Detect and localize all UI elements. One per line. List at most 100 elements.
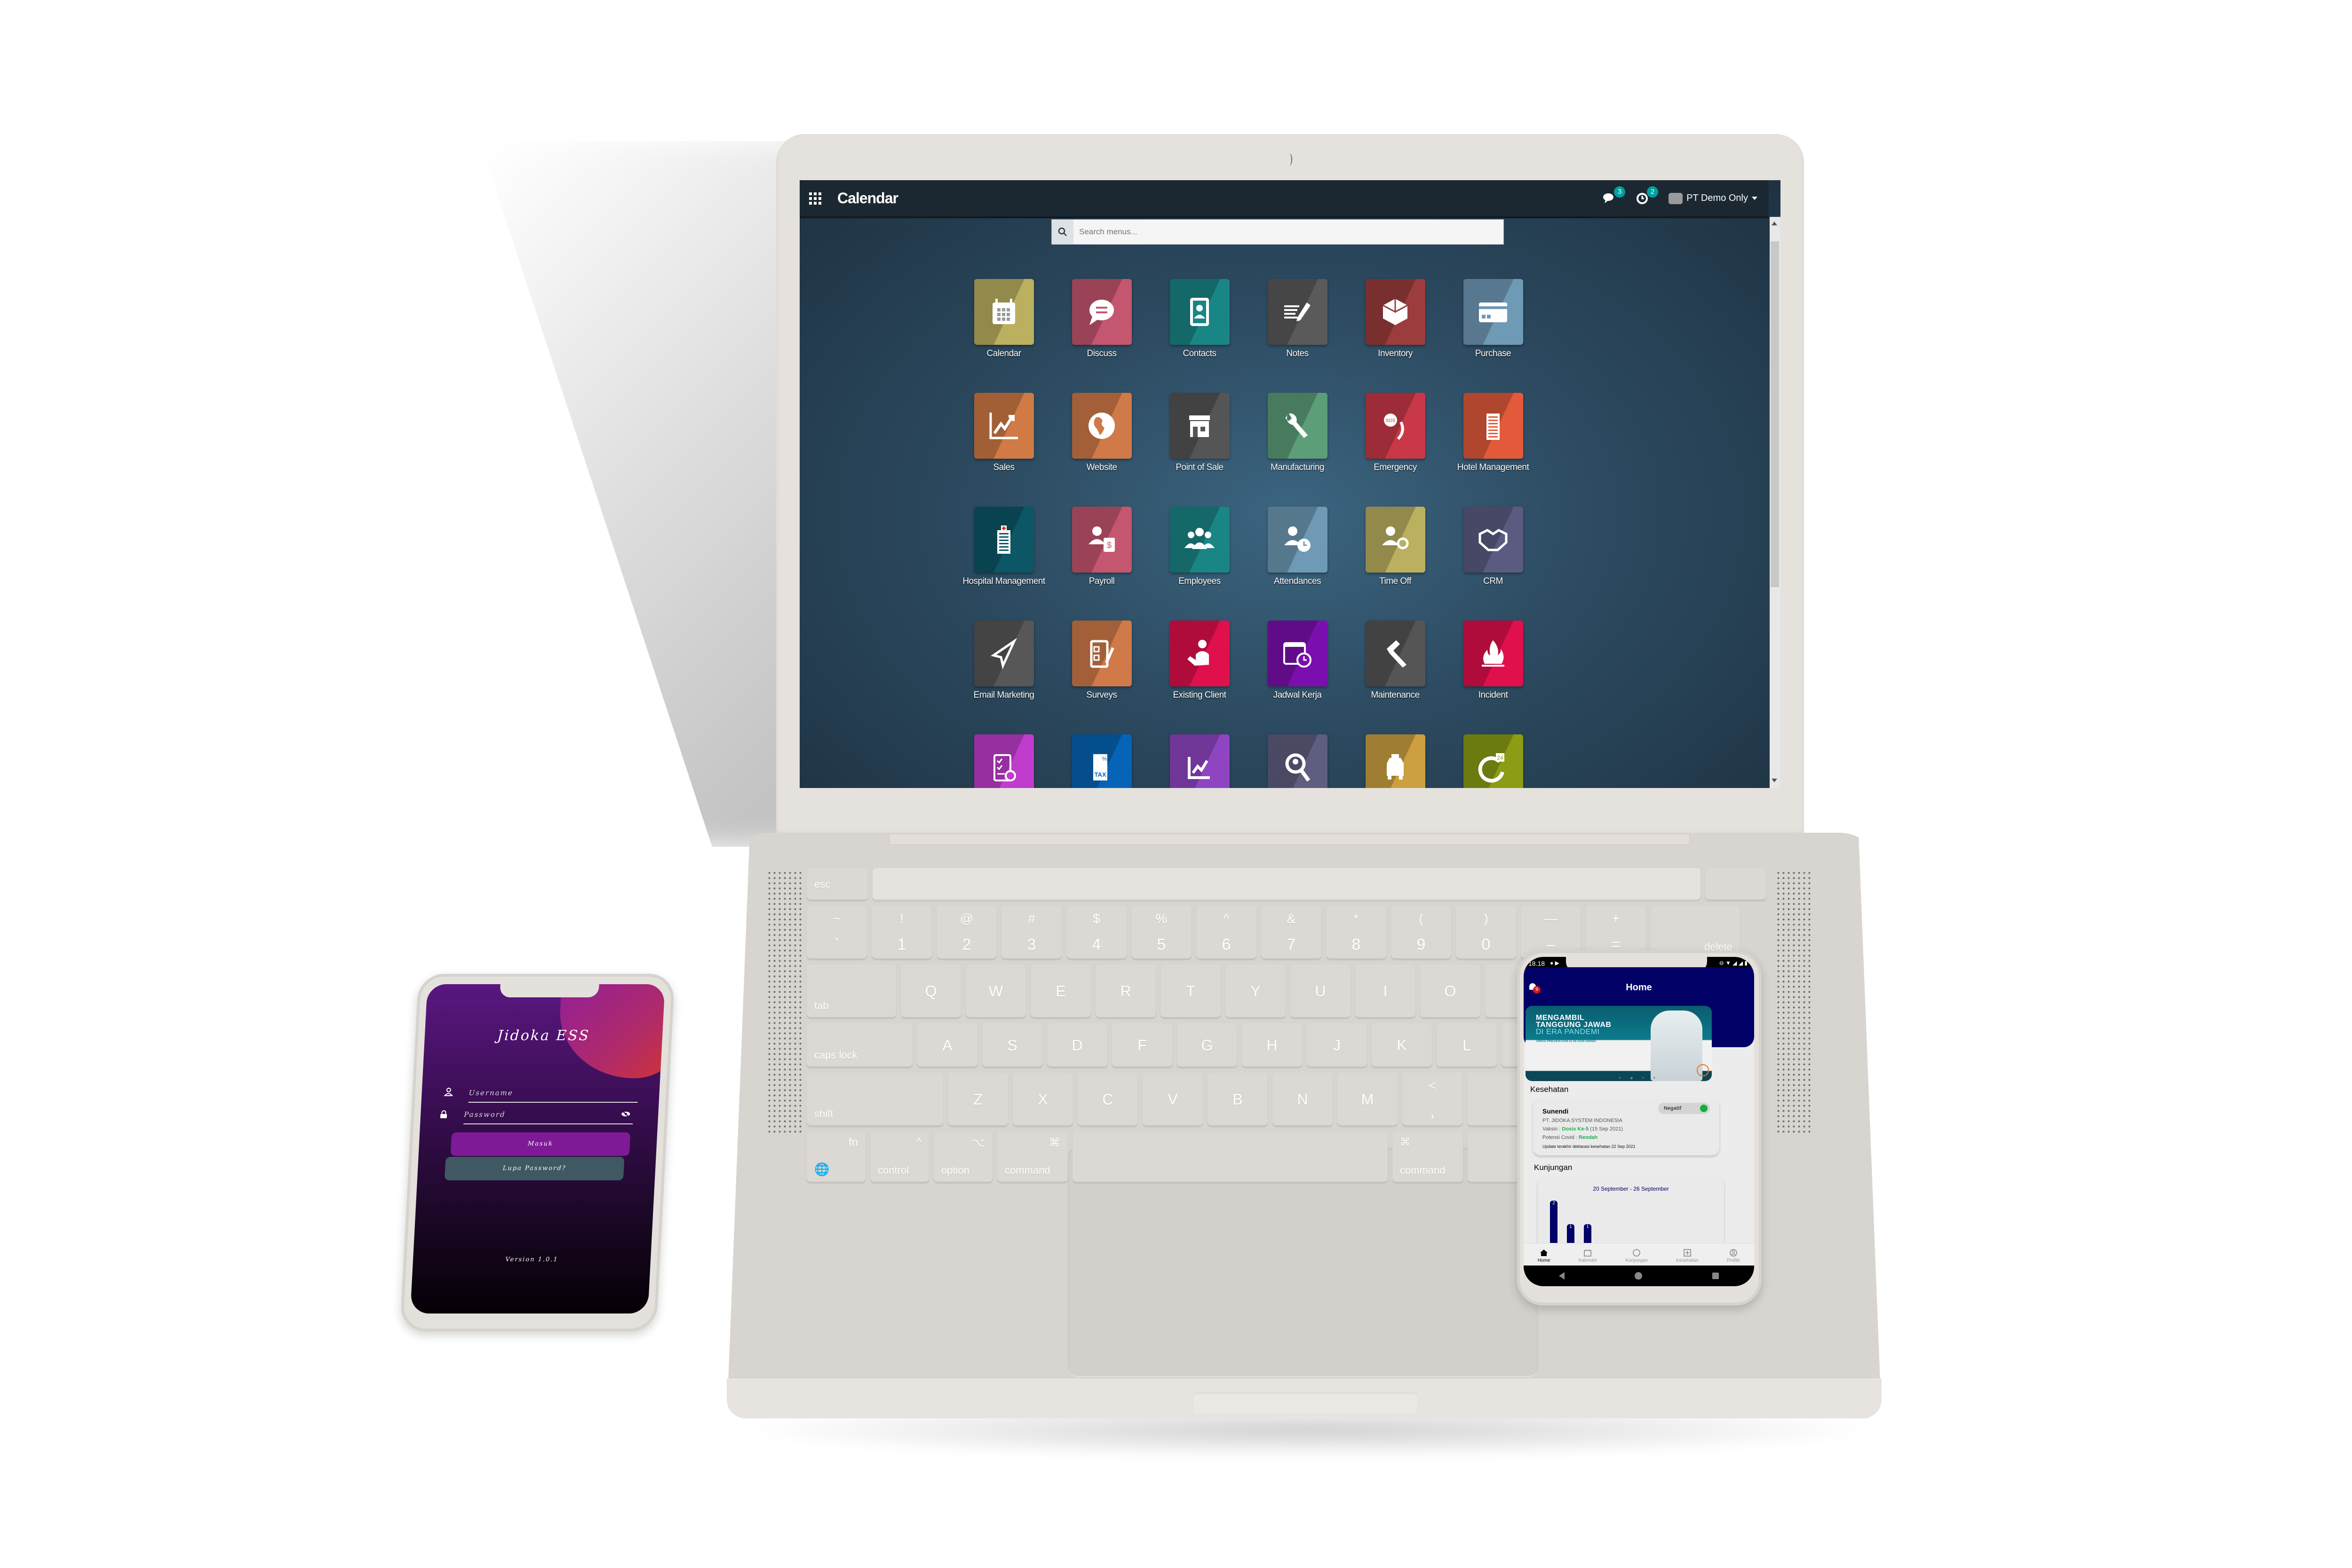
app-tile[interactable]: TAX% (1072, 734, 1132, 788)
password-field[interactable]: Password (440, 1110, 634, 1124)
key-j[interactable]: J (1307, 1023, 1367, 1068)
key-s[interactable]: S (982, 1023, 1042, 1068)
app-jadwal-kerja[interactable]: Jadwal Kerja (1248, 621, 1346, 700)
app-lembur[interactable]: 24Lembur (1444, 734, 1542, 788)
key-b[interactable]: B (1208, 1073, 1268, 1127)
login-button[interactable]: Masuk (450, 1132, 631, 1156)
app-tile[interactable] (1463, 507, 1523, 573)
back-icon[interactable] (1558, 1272, 1565, 1280)
key-m[interactable]: M (1337, 1073, 1398, 1127)
app-maintenance[interactable]: Maintenance (1346, 621, 1444, 700)
key-4[interactable]: $4 (1066, 906, 1127, 960)
app-tile[interactable] (1267, 507, 1327, 573)
app-discuss[interactable]: Discuss (1053, 279, 1151, 359)
app-sales[interactable]: Sales (955, 393, 1053, 473)
key-esc[interactable]: esc (807, 868, 868, 901)
key-r[interactable]: R (1096, 964, 1156, 1019)
app-tile[interactable] (1365, 279, 1425, 345)
activities-button[interactable]: 2 (1636, 186, 1659, 205)
key-l[interactable]: L (1437, 1023, 1497, 1068)
touch-bar[interactable] (873, 868, 1700, 901)
app-inventory[interactable]: Inventory (1346, 279, 1444, 359)
key-5[interactable]: % 5 (1131, 906, 1192, 960)
forgot-password-button[interactable]: Lupa Password? (444, 1157, 625, 1180)
app-tile[interactable] (1365, 507, 1425, 573)
app-email-marketing[interactable]: Email Marketing (955, 621, 1053, 700)
app-patroli[interactable]: Patroli (1346, 734, 1444, 788)
app-employees[interactable]: Employees (1151, 507, 1248, 587)
app-tile[interactable] (974, 507, 1034, 573)
key-6[interactable]: ^ 6 (1196, 906, 1256, 960)
messages-button[interactable]: 3 (1603, 186, 1626, 205)
app-website[interactable]: Website (1053, 393, 1151, 473)
key-shift-left[interactable]: shift (807, 1073, 943, 1127)
app-tile[interactable] (1169, 734, 1230, 788)
key-sym[interactable]: ~ ` (807, 906, 867, 960)
scrollbar-thumb[interactable] (1771, 241, 1779, 587)
nav-home[interactable]: Home (1538, 1249, 1550, 1266)
key-k[interactable]: K (1372, 1023, 1432, 1068)
nav-profile[interactable]: Profile (1727, 1249, 1740, 1266)
key-w[interactable]: W (966, 964, 1026, 1019)
app-dashboard-internal[interactable]: Dashboard Internal (1151, 734, 1248, 788)
app-incident[interactable]: Incident (1444, 621, 1542, 700)
scroll-down-arrow-icon[interactable] (1772, 779, 1777, 782)
app-hotel-management[interactable]: Hotel Management (1444, 393, 1542, 473)
key-caps-lock[interactable]: caps lock (807, 1023, 913, 1068)
company-switcher[interactable]: PT Demo Only (1669, 192, 1757, 204)
app-tile[interactable]: $ (1072, 507, 1132, 573)
key-t[interactable]: T (1160, 964, 1221, 1019)
app-emergency[interactable]: SOS Emergency (1346, 393, 1444, 473)
app-tile[interactable] (1463, 621, 1523, 686)
key-command-left[interactable]: ⌘ command (997, 1131, 1068, 1183)
app-tile[interactable]: SOS (1365, 393, 1425, 459)
app-tile[interactable]: 24 (1463, 734, 1523, 788)
recents-icon[interactable] (1712, 1273, 1719, 1279)
health-card[interactable]: Sunendi Negatif PT. JIDOKA SYSTEM INDONE… (1533, 1099, 1719, 1155)
key-d[interactable]: D (1047, 1023, 1107, 1068)
app-tile[interactable] (974, 393, 1034, 459)
key-tab[interactable]: tab (807, 964, 896, 1019)
key-n[interactable]: N (1272, 1073, 1333, 1127)
key-8[interactable]: * 8 (1326, 906, 1386, 960)
key-e[interactable]: E (1031, 964, 1091, 1019)
eye-off-icon[interactable] (621, 1110, 631, 1118)
app-existing-client[interactable]: Existing Client (1151, 621, 1248, 700)
key-h[interactable]: H (1242, 1023, 1302, 1068)
app-tile[interactable] (1267, 734, 1327, 788)
key-7[interactable]: & 7 (1261, 906, 1321, 960)
scroll-up-arrow-icon[interactable] (1772, 222, 1777, 225)
key-i[interactable]: I (1355, 964, 1415, 1019)
app-tile[interactable] (1169, 279, 1230, 345)
app-tile[interactable] (1267, 393, 1327, 459)
promo-banner[interactable]: MENGAMBIL TANGGUNG JAWAB DI ERA PANDEMI … (1526, 1006, 1712, 1081)
app-tile[interactable] (1365, 621, 1425, 686)
key-u[interactable]: U (1290, 964, 1351, 1019)
app-tile[interactable] (974, 621, 1034, 686)
app-taxform[interactable]: TAX%Taxform (1053, 734, 1151, 788)
app-time-off[interactable]: Time Off (1346, 507, 1444, 587)
app-tile[interactable] (974, 734, 1034, 788)
key-v[interactable]: V (1143, 1073, 1203, 1127)
key-3[interactable]: #3 (1001, 906, 1062, 960)
app-hospital-management[interactable]: Hospital Management (955, 507, 1053, 587)
app-manufacturing[interactable]: Manufacturing (1248, 393, 1346, 473)
app-tile[interactable] (1072, 279, 1132, 345)
key-z[interactable]: Z (948, 1073, 1008, 1127)
home-circle-icon[interactable] (1634, 1272, 1642, 1280)
key-space[interactable] (1073, 1131, 1388, 1183)
apps-grid-icon[interactable] (809, 192, 821, 205)
app-tile[interactable] (1267, 279, 1327, 345)
app-crm[interactable]: CRM (1444, 507, 1542, 587)
app-surveys[interactable]: Surveys (1053, 621, 1151, 700)
username-field[interactable]: Username (444, 1088, 639, 1103)
nav-kalender[interactable]: Kalender (1578, 1249, 1597, 1266)
key-comma[interactable]: <, (1402, 1073, 1462, 1127)
key-fn[interactable]: fn 🌐 (807, 1131, 866, 1183)
app-laporan-harian[interactable]: Laporan Harian (955, 734, 1053, 788)
app-attendances[interactable]: Attendances (1248, 507, 1346, 587)
key-control[interactable]: ^ control (870, 1131, 929, 1183)
key-1[interactable]: ! 1 (872, 906, 932, 960)
key-c[interactable]: C (1078, 1073, 1138, 1127)
key-9[interactable]: (9 (1391, 906, 1451, 960)
